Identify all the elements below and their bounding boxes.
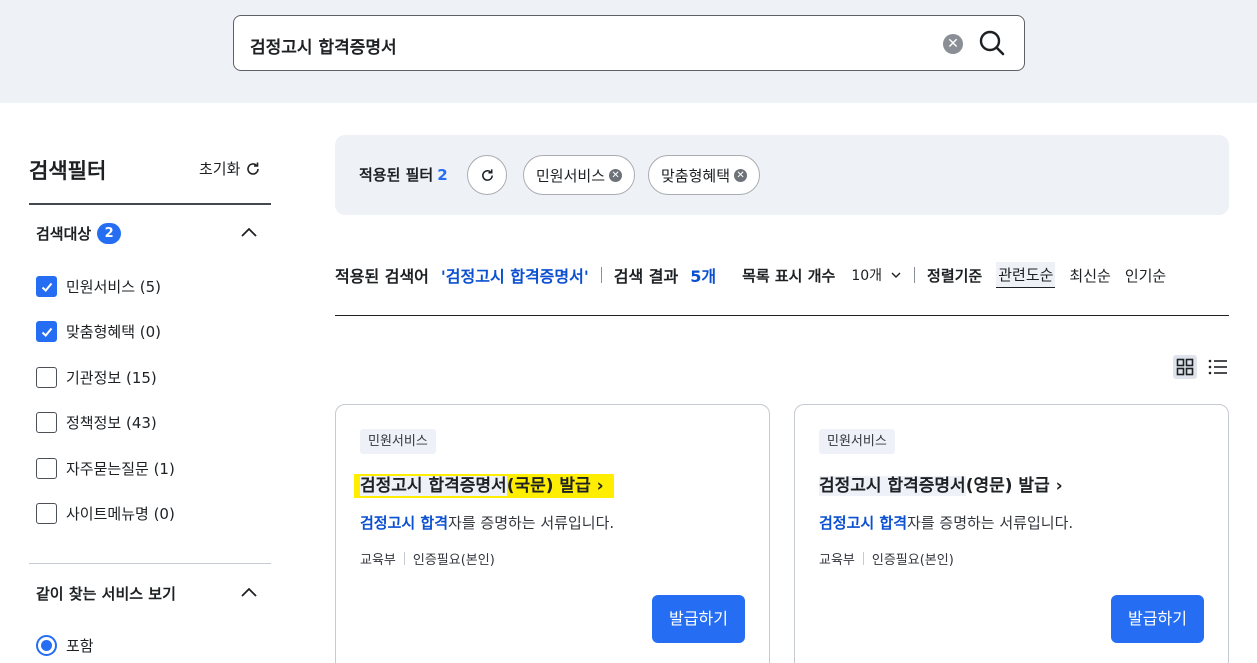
radio-label: 포함 <box>66 637 94 655</box>
target-section-header[interactable]: 검색대상 2 <box>36 223 122 244</box>
applied-query: '검정고시 합격증명서' <box>440 267 589 286</box>
checkbox-checked[interactable] <box>36 321 57 342</box>
result-card: 민원서비스 검정고시 합격증명서(국문) 발급 › 검정고시 합격자를 증명하는… <box>335 404 770 663</box>
target-section-title: 검색대상 <box>36 225 92 243</box>
related-section-header[interactable]: 같이 찾는 서비스 보기 <box>36 583 176 604</box>
auth-requirement: 인증필요(본인) <box>871 553 954 568</box>
applied-filters-count: 2 <box>437 166 448 184</box>
checkbox-option[interactable]: 기관정보 (15) <box>36 367 157 388</box>
auth-requirement: 인증필요(본인) <box>412 553 495 568</box>
refresh-icon <box>247 162 260 175</box>
search-header: 검정고시 합격증명서 ✕ <box>0 0 1257 103</box>
applied-query-label: 적용된 검색어 <box>335 267 429 286</box>
search-icon[interactable] <box>977 28 1007 58</box>
list-view-icon[interactable] <box>1206 355 1230 379</box>
page-size-select[interactable]: 10개 <box>851 265 902 285</box>
sort-latest[interactable]: 최신순 <box>1069 265 1110 286</box>
result-count: 5개 <box>690 267 717 286</box>
card-description: 검정고시 합격자를 증명하는 서류입니다. <box>819 514 1074 532</box>
card-meta: 교육부 인증필요(본인) <box>819 549 954 568</box>
checkbox-option[interactable]: 정책정보 (43) <box>36 412 157 433</box>
checkbox-option[interactable]: 민원서비스 (5) <box>36 276 161 297</box>
card-description: 검정고시 합격자를 증명하는 서류입니다. <box>360 514 615 532</box>
checkbox-checked[interactable] <box>36 276 57 297</box>
related-section-title: 같이 찾는 서비스 보기 <box>36 585 176 603</box>
checkbox-unchecked[interactable] <box>36 458 57 479</box>
refresh-filters-button[interactable] <box>467 155 507 195</box>
clear-icon[interactable]: ✕ <box>943 34 963 54</box>
sidebar-divider <box>29 203 271 205</box>
category-tag: 민원서비스 <box>819 429 895 454</box>
filter-chip[interactable]: 맞춤형혜택 ✕ <box>648 155 761 195</box>
applied-filters-bar: 적용된 필터 2 민원서비스 ✕ 맞춤형혜택 ✕ <box>335 135 1229 215</box>
result-card: 민원서비스 검정고시 합격증명서(영문) 발급 › 검정고시 합격자를 증명하는… <box>794 404 1229 663</box>
sort-label: 정렬기준 <box>927 266 983 285</box>
filter-chip-label: 민원서비스 <box>536 166 606 185</box>
grid-view-icon[interactable] <box>1173 355 1197 379</box>
checkbox-label: 기관정보 (15) <box>66 369 157 387</box>
chevron-up-icon[interactable] <box>240 224 258 242</box>
agency: 교육부 <box>360 553 396 568</box>
checkbox-option[interactable]: 사이트메뉴명 (0) <box>36 503 175 524</box>
filter-title: 검색필터 <box>29 159 107 183</box>
card-meta: 교육부 인증필요(본인) <box>360 549 495 568</box>
checkbox-label: 맞춤형혜택 (0) <box>66 323 162 341</box>
checkbox-option[interactable]: 맞춤형혜택 (0) <box>36 321 161 342</box>
checkbox-label: 정책정보 (43) <box>66 414 157 432</box>
checkbox-option[interactable]: 자주묻는질문 (1) <box>36 458 175 479</box>
category-tag: 민원서비스 <box>360 429 436 454</box>
applied-filters-label: 적용된 필터 2 <box>359 166 448 184</box>
sort-relevance[interactable]: 관련도순 <box>996 262 1056 288</box>
result-label: 검색 결과 <box>613 267 679 286</box>
chevron-up-icon[interactable] <box>240 584 258 602</box>
sidebar-divider <box>29 563 271 564</box>
search-query-text[interactable]: 검정고시 합격증명서 <box>250 33 397 58</box>
checkbox-label: 민원서비스 (5) <box>66 278 162 296</box>
checkbox-unchecked[interactable] <box>36 412 57 433</box>
refresh-icon <box>481 168 493 181</box>
reset-label: 초기화 <box>199 160 241 178</box>
divider <box>914 267 916 283</box>
radio-button[interactable] <box>36 635 57 656</box>
chevron-down-icon <box>891 272 901 278</box>
close-icon[interactable]: ✕ <box>734 168 748 182</box>
checkbox-unchecked[interactable] <box>36 503 57 524</box>
checkbox-label: 사이트메뉴명 (0) <box>66 505 175 523</box>
target-count-badge: 2 <box>97 223 122 244</box>
include-radio[interactable]: 포함 <box>36 635 94 656</box>
card-title-link[interactable]: 검정고시 합격증명서(영문) 발급 › <box>819 471 1063 496</box>
issue-button[interactable]: 발급하기 <box>652 595 745 643</box>
search-input[interactable]: 검정고시 합격증명서 ✕ <box>233 15 1025 71</box>
card-title-link[interactable]: 검정고시 합격증명서(국문) 발급 › <box>354 471 614 498</box>
agency: 교육부 <box>819 553 855 568</box>
results-divider <box>335 315 1229 316</box>
close-icon[interactable]: ✕ <box>609 168 623 182</box>
results-summary: 적용된 검색어 '검정고시 합격증명서' 검색 결과 5개 목록 표시 개수 1… <box>335 262 1166 288</box>
filter-chip-label: 맞춤형혜택 <box>661 166 731 185</box>
checkbox-label: 자주묻는질문 (1) <box>66 460 175 478</box>
sort-popular[interactable]: 인기순 <box>1125 265 1166 286</box>
page-size-label: 목록 표시 개수 <box>742 266 836 285</box>
filter-chip[interactable]: 민원서비스 ✕ <box>523 155 636 195</box>
divider <box>600 267 602 283</box>
checkbox-unchecked[interactable] <box>36 367 57 388</box>
issue-button[interactable]: 발급하기 <box>1111 595 1204 643</box>
reset-button[interactable]: 초기화 <box>199 158 261 179</box>
